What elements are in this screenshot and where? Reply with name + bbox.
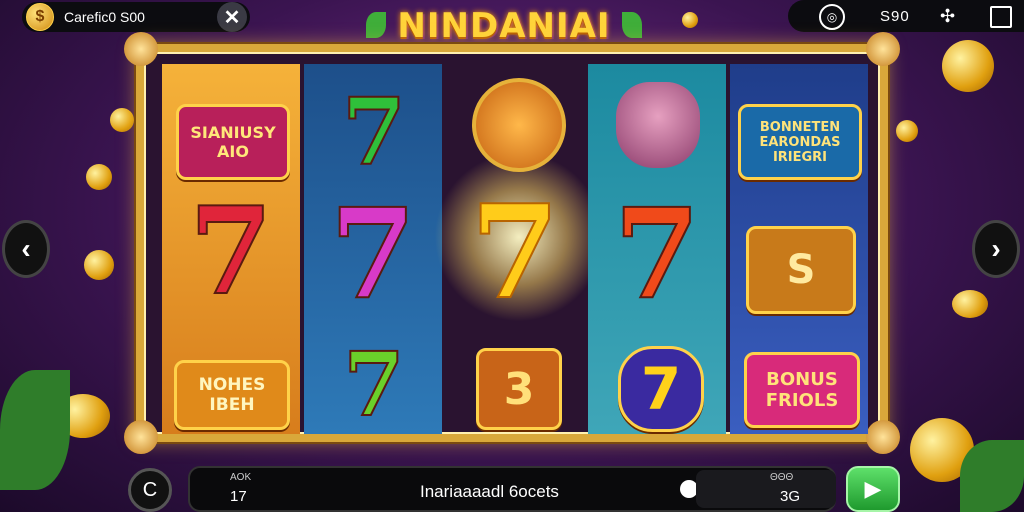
frame-corner-ornament — [866, 420, 900, 454]
symbol-seven: 7 — [341, 78, 407, 186]
bonus-badge: BONUS FRIOLS — [744, 352, 860, 428]
symbol-badge: BONNETEN EARONDAS IRIEGRI — [738, 104, 862, 180]
win-caption: ΘΘΘ — [770, 472, 794, 483]
symbol-seven: 7 — [469, 178, 560, 328]
symbol-badge: SIANIUSY AIO — [176, 104, 290, 180]
symbol-seven: 7 — [329, 182, 417, 327]
reel-4: 7 7 — [588, 64, 726, 434]
frame-corner-ornament — [124, 420, 158, 454]
autospin-button[interactable]: C — [128, 468, 172, 512]
bottom-bar: AOK 17 Inariaaaadl 6ocets ΘΘΘ 3G — [188, 466, 836, 512]
previous-arrow-button[interactable]: ‹ — [2, 220, 50, 278]
status-message: Inariaaaadl 6ocets — [420, 482, 559, 501]
coin-decoration — [86, 164, 112, 190]
win-value: 3G — [780, 488, 801, 505]
balance-pill: $ Carefic0 S00 — [22, 2, 250, 32]
reel-5: BONNETEN EARONDAS IRIEGRI S BONUS FRIOLS — [730, 64, 868, 434]
reel-frame: SIANIUSY AIO 7 NOHES IBEH 7 7 7 7 3 7 7 … — [124, 32, 900, 454]
reel-2: 7 7 7 — [304, 64, 442, 434]
leaf-decoration — [960, 440, 1024, 512]
frame-corner-ornament — [124, 32, 158, 66]
balance-text: Carefic0 S00 — [64, 9, 145, 25]
bet-caption: AOK — [230, 472, 252, 483]
coin-icon: $ — [26, 3, 54, 31]
symbol-badge: NOHES IBEH — [174, 360, 290, 430]
reel-3: 7 3 — [446, 64, 584, 434]
bet-value: 17 — [230, 488, 247, 505]
leaf-decoration — [0, 370, 70, 490]
coin-decoration — [110, 108, 134, 132]
symbol-seven: 7 — [613, 182, 701, 327]
golden-medallion-icon — [472, 78, 566, 172]
square-icon[interactable] — [990, 6, 1012, 28]
creature-icon — [616, 82, 700, 168]
symbol-seven-gem: 7 — [618, 346, 704, 432]
symbol-seven: 7 — [188, 181, 274, 322]
close-button[interactable]: ✕ — [217, 2, 247, 32]
coin-decoration — [952, 290, 988, 318]
reel-1: SIANIUSY AIO 7 NOHES IBEH — [162, 64, 300, 434]
spin-play-button[interactable]: ▶ — [846, 466, 900, 512]
symbol-seven: 7 — [342, 332, 405, 436]
symbol-three: 3 — [476, 348, 562, 430]
frame-corner-ornament — [866, 32, 900, 66]
coin-decoration — [896, 120, 918, 142]
coin-decoration — [84, 250, 114, 280]
treasure-chest-icon: S — [746, 226, 856, 314]
next-arrow-button[interactable]: › — [972, 220, 1020, 278]
coin-decoration — [942, 40, 994, 92]
target-icon[interactable]: ◎ — [819, 4, 845, 30]
win-panel — [696, 470, 836, 508]
grid-icon[interactable]: ✣ — [940, 6, 955, 27]
score-text: S90 — [880, 8, 910, 25]
